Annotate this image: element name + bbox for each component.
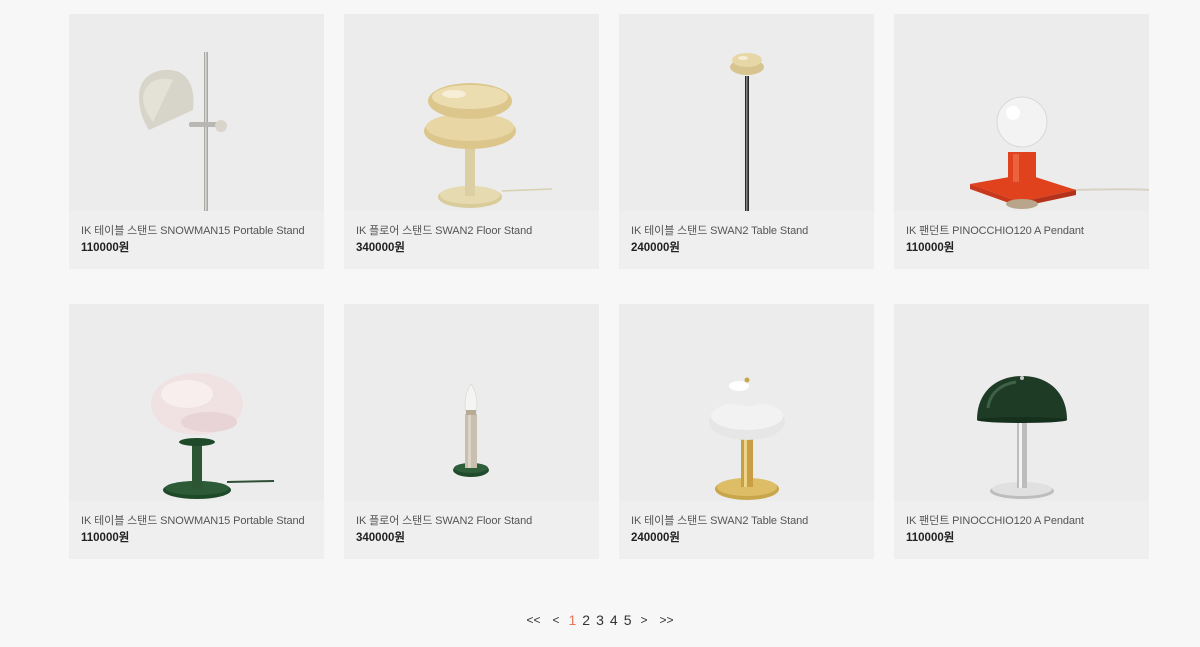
product-image[interactable] <box>894 14 1149 211</box>
product-price: 110000원 <box>906 532 955 544</box>
product-name[interactable]: IK 팬던트 PINOCCHIO120 A Pendant <box>906 225 1149 238</box>
product-grid: IK 테이블 스탠드 SNOWMAN15 Portable Stand 1100… <box>69 14 1149 559</box>
product-name[interactable]: IK 플로어 스탠드 SWAN2 Floor Stand <box>356 515 599 528</box>
product-price: 110000원 <box>906 242 955 254</box>
product-card[interactable]: IK 플로어 스탠드 SWAN2 Floor Stand 340000원 <box>344 304 599 559</box>
product-card[interactable]: IK 테이블 스탠드 SWAN2 Table Stand 240000원 <box>619 304 874 559</box>
product-name[interactable]: IK 테이블 스탠드 SNOWMAN15 Portable Stand <box>81 515 324 528</box>
product-info: IK 테이블 스탠드 SNOWMAN15 Portable Stand 1100… <box>69 211 324 269</box>
last-page-button[interactable]: >> <box>654 612 680 628</box>
product-name[interactable]: IK 테이블 스탠드 SNOWMAN15 Portable Stand <box>81 225 324 238</box>
product-card[interactable]: IK 테이블 스탠드 SNOWMAN15 Portable Stand 1100… <box>69 304 324 559</box>
product-image[interactable] <box>619 14 874 211</box>
page-5-button[interactable]: 5 <box>621 612 635 628</box>
product-image[interactable] <box>344 304 599 501</box>
product-info: IK 테이블 스탠드 SWAN2 Table Stand 240000원 <box>619 211 874 269</box>
product-card[interactable]: IK 테이블 스탠드 SNOWMAN15 Portable Stand 1100… <box>69 14 324 269</box>
product-card[interactable]: IK 팬던트 PINOCCHIO120 A Pendant 110000원 <box>894 14 1149 269</box>
product-info: IK 팬던트 PINOCCHIO120 A Pendant 110000원 <box>894 211 1149 269</box>
product-price: 240000원 <box>631 242 680 254</box>
product-info: IK 테이블 스탠드 SWAN2 Table Stand 240000원 <box>619 501 874 559</box>
product-image[interactable] <box>69 304 324 501</box>
product-image[interactable] <box>894 304 1149 501</box>
page-3-button[interactable]: 3 <box>593 612 607 628</box>
product-name[interactable]: IK 테이블 스탠드 SWAN2 Table Stand <box>631 515 874 528</box>
product-info: IK 플로어 스탠드 SWAN2 Floor Stand 340000원 <box>344 501 599 559</box>
lamp-snowman-pink-icon <box>151 373 275 499</box>
product-price: 110000원 <box>81 242 130 254</box>
product-price: 240000원 <box>631 532 680 544</box>
prev-page-button[interactable]: < <box>546 612 565 628</box>
lamp-swan-floor-pole-icon <box>730 53 764 211</box>
product-price: 340000원 <box>356 532 405 544</box>
product-price: 340000원 <box>356 242 405 254</box>
page-2-button[interactable]: 2 <box>579 612 593 628</box>
product-info: IK 플로어 스탠드 SWAN2 Floor Stand 340000원 <box>344 211 599 269</box>
product-card[interactable]: IK 팬던트 PINOCCHIO120 A Pendant 110000원 <box>894 304 1149 559</box>
first-page-button[interactable]: << <box>520 612 546 628</box>
lamp-mushroom-green-icon <box>977 376 1067 499</box>
product-name[interactable]: IK 플로어 스탠드 SWAN2 Floor Stand <box>356 225 599 238</box>
product-info: IK 팬던트 PINOCCHIO120 A Pendant 110000원 <box>894 501 1149 559</box>
product-info: IK 테이블 스탠드 SNOWMAN15 Portable Stand 1100… <box>69 501 324 559</box>
product-card[interactable]: IK 테이블 스탠드 SWAN2 Table Stand 240000원 <box>619 14 874 269</box>
product-price: 110000원 <box>81 532 130 544</box>
product-image[interactable] <box>69 14 324 211</box>
product-name[interactable]: IK 테이블 스탠드 SWAN2 Table Stand <box>631 225 874 238</box>
page-1-button[interactable]: 1 <box>566 612 580 628</box>
lamp-snowman-beige-icon <box>139 52 227 211</box>
product-image[interactable] <box>619 304 874 501</box>
lamp-swan-white-gold-icon <box>709 377 785 500</box>
pagination: << < 1 2 3 4 5 > >> <box>0 612 1200 628</box>
product-name[interactable]: IK 팬던트 PINOCCHIO120 A Pendant <box>906 515 1149 528</box>
product-image[interactable] <box>344 14 599 211</box>
page-4-button[interactable]: 4 <box>607 612 621 628</box>
lamp-candle-icon <box>453 383 489 477</box>
lamp-pinocchio-orange-icon <box>970 96 1149 209</box>
product-card[interactable]: IK 플로어 스탠드 SWAN2 Floor Stand 340000원 <box>344 14 599 269</box>
next-page-button[interactable]: > <box>634 612 653 628</box>
lamp-swan-yellow-icon <box>424 83 553 208</box>
